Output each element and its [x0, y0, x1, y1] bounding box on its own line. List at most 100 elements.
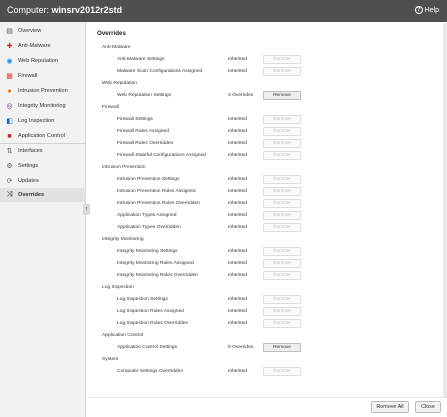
sidebar-item-updates[interactable]: ⟳ Updates — [0, 174, 86, 188]
sidebar-item-label: Settings — [18, 163, 39, 169]
sidebar-item-overview[interactable]: ▤ Overview — [0, 24, 86, 38]
override-label: Log Inspection Rules Assigned — [117, 309, 184, 314]
sidebar-item-integrity-monitoring[interactable]: ◎ Integrity Monitoring — [0, 99, 86, 113]
override-label: Firewall Settings — [117, 117, 153, 122]
sidebar-item-log-inspection[interactable]: ◧ Log Inspection — [0, 114, 86, 128]
override-status: Inherited — [228, 261, 248, 266]
help-label: Help — [424, 6, 439, 14]
application-control-icon: ■ — [7, 132, 12, 140]
override-row: Firewall Stateful Configurations Assigne… — [90, 151, 443, 161]
remove-button[interactable]: Remove — [263, 91, 301, 100]
section-title: Application Control — [102, 333, 144, 338]
remove-button[interactable]: Remove — [263, 199, 301, 208]
override-status: Inherited — [228, 213, 248, 218]
sidebar-item-intrusion-prevention[interactable]: ● Intrusion Prevention — [0, 84, 86, 98]
remove-button[interactable]: Remove — [263, 271, 301, 280]
override-status: Inherited — [228, 297, 248, 302]
close-button[interactable]: Close — [415, 401, 441, 413]
sidebar-item-interfaces[interactable]: ⇅ Interfaces — [0, 144, 86, 158]
firewall-icon: ▦ — [6, 73, 13, 80]
override-status: Inherited — [228, 129, 248, 134]
override-row: Integrity Monitoring Rules Overridden Inh… — [90, 271, 443, 281]
section-title: Intrusion Prevention — [102, 165, 146, 170]
override-status: Inherited — [228, 201, 248, 206]
sidebar-item-anti-malware[interactable]: ✚ Anti-Malware — [0, 39, 86, 53]
sidebar-item-firewall[interactable]: ▦ Firewall — [0, 69, 86, 83]
sidebar-item-application-control[interactable]: ■ Application Control — [0, 129, 86, 143]
remove-button[interactable]: Remove — [263, 319, 301, 328]
override-row: Anti-Malware Settings Inherited Remove — [90, 55, 443, 65]
section-header: Web Reputation — [90, 79, 443, 89]
remove-button[interactable]: Remove — [263, 115, 301, 124]
override-label: Integrity Monitoring Rules Assigned — [117, 261, 194, 266]
remove-button[interactable]: Remove — [263, 187, 301, 196]
override-label: Web Reputation Settings — [117, 93, 172, 98]
override-status: Inherited — [228, 309, 248, 314]
override-status: 5 Overrides — [228, 345, 254, 350]
sidebar-item-overrides[interactable]: ⤨ Overrides — [0, 188, 86, 202]
override-status: Inherited — [228, 69, 248, 74]
section-title: System — [102, 357, 119, 362]
help-icon: ? — [414, 6, 423, 14]
override-label: Firewall Rules Overridden — [117, 141, 174, 146]
updates-icon: ⟳ — [6, 178, 13, 185]
section-header: Anti-Malware — [90, 43, 443, 53]
override-status: Inherited — [228, 57, 248, 62]
sidebar-item-label: Intrusion Prevention — [18, 88, 68, 94]
sidebar-item-web-reputation[interactable]: ◉ Web Reputation — [0, 54, 86, 68]
collapse-sidebar-handle[interactable]: ‹ — [83, 204, 90, 215]
section-title: Integrity Monitoring — [102, 237, 144, 242]
override-label: Application Control Settings — [117, 345, 178, 350]
remove-button[interactable]: Remove — [263, 67, 301, 76]
remove-button[interactable]: Remove — [263, 139, 301, 148]
web-reputation-icon: ◉ — [6, 58, 13, 65]
remove-button[interactable]: Remove — [263, 223, 301, 232]
override-label: Intrusion Prevention Rules Assigned — [117, 189, 196, 194]
dialog-footer: Remove All Close — [88, 23, 447, 417]
override-row: Malware Scan Configurations Assigned Inhe… — [90, 67, 443, 77]
override-row: Log Inspection Rules Assigned Inherited Re… — [90, 307, 443, 317]
overrides-panel: Overrides Anti-Malware Anti-Malware Setti… — [90, 22, 443, 397]
section-header: System — [90, 355, 443, 365]
override-label: Application Types Assigned — [117, 213, 177, 218]
computer-hostname: winsrv2012r2std — [51, 5, 123, 15]
section-header: Intrusion Prevention — [90, 163, 443, 173]
scrollbar-track[interactable] — [443, 23, 447, 398]
remove-button[interactable]: Remove — [263, 151, 301, 160]
remove-button[interactable]: Remove — [263, 127, 301, 136]
override-label: Firewall Stateful Configurations Assigne… — [117, 153, 206, 158]
remove-button[interactable]: Remove — [263, 295, 301, 304]
settings-icon: ⚙ — [6, 163, 13, 170]
sidebar-item-label: Log Inspection — [18, 118, 55, 124]
override-row: Intrusion Prevention Rules Overridden Inh… — [90, 199, 443, 209]
remove-button[interactable]: Remove — [263, 343, 301, 352]
override-row: Firewall Rules Assigned Inherited Remove — [90, 127, 443, 137]
override-label: Firewall Rules Assigned — [117, 129, 169, 134]
remove-button[interactable]: Remove — [263, 211, 301, 220]
override-row: Intrusion Prevention Rules Assigned Inher… — [90, 187, 443, 197]
sidebar-item-label: Integrity Monitoring — [18, 103, 66, 109]
remove-all-button[interactable]: Remove All — [371, 401, 409, 413]
remove-button[interactable]: Remove — [263, 55, 301, 64]
sidebar-item-settings[interactable]: ⚙ Settings — [0, 159, 86, 173]
remove-button[interactable]: Remove — [263, 259, 301, 268]
override-label: Integrity Monitoring Rules Overridden — [117, 273, 199, 278]
remove-button[interactable]: Remove — [263, 175, 301, 184]
override-label: Intrusion Prevention Rules Overridden — [117, 201, 200, 206]
override-status: Inherited — [228, 225, 248, 230]
sidebar-item-label: Application Control — [18, 133, 65, 139]
override-label: Anti-Malware Settings — [117, 57, 165, 62]
section-title: Firewall — [102, 105, 119, 110]
override-row: Integrity Monitoring Rules Assigned Inher… — [90, 259, 443, 269]
remove-button[interactable]: Remove — [263, 247, 301, 256]
remove-button[interactable]: Remove — [263, 367, 301, 376]
remove-button[interactable]: Remove — [263, 307, 301, 316]
section-header: Integrity Monitoring — [90, 235, 443, 245]
section-title: Log Inspection — [102, 285, 134, 290]
override-status: Inherited — [228, 153, 248, 158]
section-title: Anti-Malware — [102, 45, 131, 50]
override-row: Firewall Rules Overridden Inherited Remove — [90, 139, 443, 149]
sidebar-item-label: Overview — [18, 28, 42, 34]
help-button[interactable]: ? Help — [414, 6, 439, 14]
override-row: Computer Settings Overridden Inherited Rem… — [90, 367, 443, 377]
